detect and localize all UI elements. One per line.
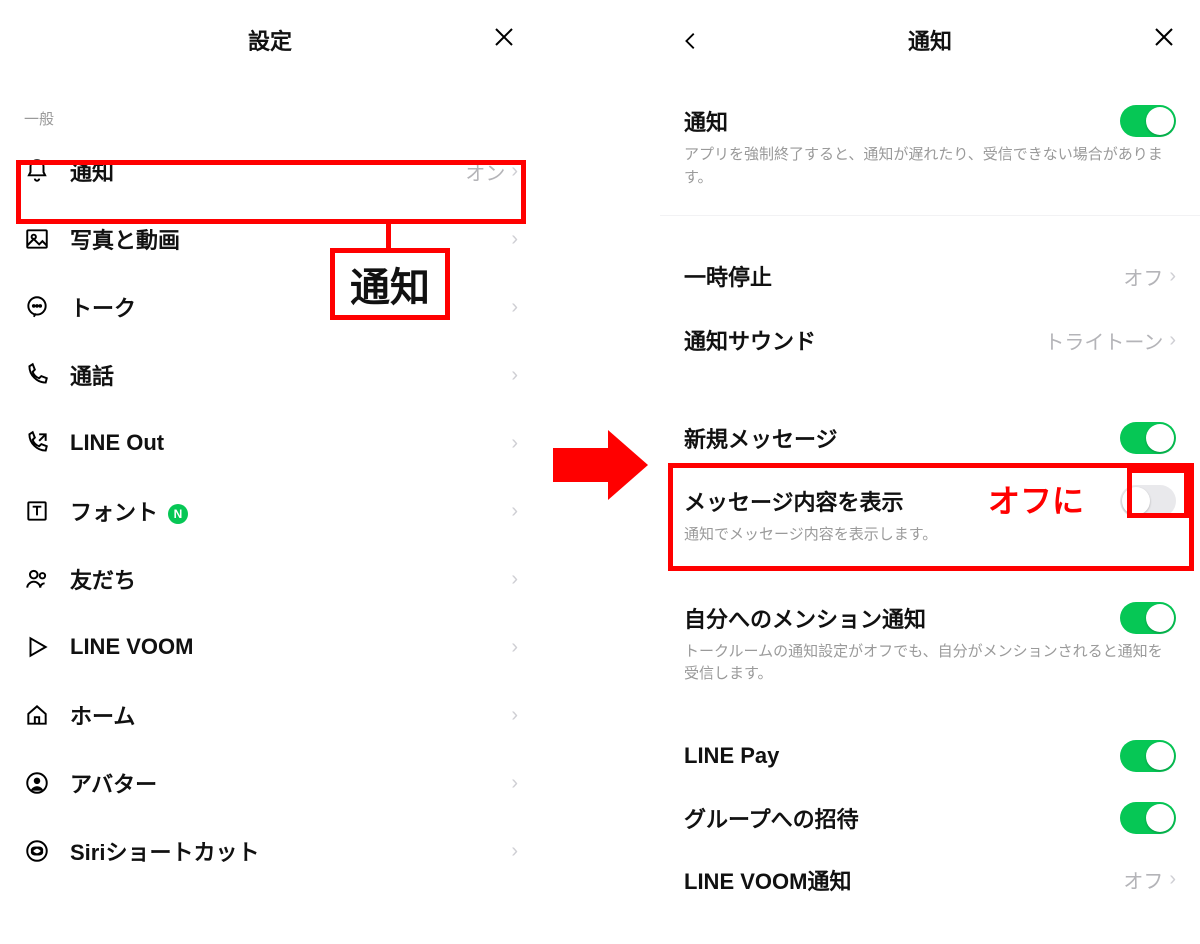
- phone-icon: [22, 360, 52, 390]
- home-icon: [22, 700, 52, 730]
- chevron-right-icon: ›: [511, 160, 518, 183]
- row-notifications-label: 通知: [70, 155, 465, 187]
- row-avatar[interactable]: アバター ›: [0, 749, 540, 817]
- chevron-right-icon: ›: [1169, 329, 1176, 352]
- close-icon[interactable]: [478, 19, 530, 61]
- annotation-off-note: オフに: [988, 476, 1084, 522]
- row-siri-label: Siriショートカット: [70, 835, 511, 867]
- row-siri[interactable]: Siriショートカット ›: [0, 817, 540, 885]
- mention-label: 自分へのメンション通知: [684, 602, 1120, 634]
- avatar-icon: [22, 768, 52, 798]
- photo-icon: [22, 224, 52, 254]
- settings-title: 設定: [248, 24, 292, 56]
- new-badge: N: [168, 504, 188, 524]
- row-pause[interactable]: 一時停止 オフ ›: [660, 244, 1200, 308]
- mention-toggle[interactable]: [1120, 602, 1176, 634]
- row-friends-label: 友だち: [70, 563, 511, 595]
- chevron-right-icon: ›: [511, 500, 518, 523]
- row-voom[interactable]: LINE VOOM ›: [0, 613, 540, 681]
- font-icon: [22, 496, 52, 526]
- chevron-right-icon: ›: [511, 432, 518, 455]
- row-lineout-label: LINE Out: [70, 430, 511, 456]
- row-lineout[interactable]: LINE Out ›: [0, 409, 540, 477]
- linepay-toggle[interactable]: [1120, 740, 1176, 772]
- row-voomnotify[interactable]: LINE VOOM通知 オフ ›: [660, 848, 1200, 910]
- annotation-arrow: [553, 430, 648, 500]
- bell-icon: [22, 156, 52, 186]
- row-sound[interactable]: 通知サウンド トライトーン ›: [660, 308, 1200, 372]
- linepay-label: LINE Pay: [684, 743, 1120, 769]
- showcontent-desc: 通知でメッセージ内容を表示します。: [660, 524, 1200, 565]
- chevron-right-icon: ›: [511, 704, 518, 727]
- notifications-title: 通知: [908, 24, 952, 56]
- friends-icon: [22, 564, 52, 594]
- row-notifications[interactable]: 通知 オン ›: [0, 137, 540, 205]
- voomnotify-value: オフ: [1123, 865, 1163, 894]
- row-talk[interactable]: トーク ›: [0, 273, 540, 341]
- row-call-label: 通話: [70, 359, 511, 391]
- row-linepay: LINE Pay: [660, 724, 1200, 786]
- section-general: 一般: [0, 68, 540, 137]
- play-icon: [22, 632, 52, 662]
- groupinvite-toggle[interactable]: [1120, 802, 1176, 834]
- chevron-right-icon: ›: [511, 772, 518, 795]
- row-home-label: ホーム: [70, 699, 511, 731]
- notifications-toggle-label: 通知: [684, 105, 1120, 137]
- notifications-toggle[interactable]: [1120, 105, 1176, 137]
- row-call[interactable]: 通話 ›: [0, 341, 540, 409]
- chevron-right-icon: ›: [511, 364, 518, 387]
- chevron-right-icon: ›: [511, 296, 518, 319]
- row-notifications-toggle: 通知: [660, 88, 1200, 144]
- close-icon[interactable]: [1138, 19, 1190, 61]
- groupinvite-label: グループへの招待: [684, 802, 1120, 834]
- settings-screen: 設定 一般 通知 オン › 写真と動画 ›: [0, 0, 540, 944]
- row-showcontent: メッセージ内容を表示: [660, 468, 1200, 524]
- back-icon[interactable]: [666, 15, 716, 65]
- sound-value: トライトーン: [1044, 326, 1163, 355]
- row-groupinvite: グループへの招待: [660, 786, 1200, 848]
- row-home[interactable]: ホーム ›: [0, 681, 540, 749]
- notifications-desc: アプリを強制終了すると、通知が遅れたり、受信できない場合があります。: [660, 144, 1200, 207]
- row-font[interactable]: フォントN ›: [0, 477, 540, 545]
- row-friends[interactable]: 友だち ›: [0, 545, 540, 613]
- chat-icon: [22, 292, 52, 322]
- chevron-right-icon: ›: [511, 228, 518, 251]
- notifications-header: 通知: [660, 12, 1200, 68]
- chevron-right-icon: ›: [1169, 868, 1176, 891]
- pause-value: オフ: [1123, 262, 1163, 291]
- row-mention: 自分へのメンション通知: [660, 585, 1200, 641]
- row-newmsg: 新規メッセージ: [660, 406, 1200, 468]
- row-photos-video[interactable]: 写真と動画 ›: [0, 205, 540, 273]
- chevron-right-icon: ›: [511, 636, 518, 659]
- mention-desc: トークルームの通知設定がオフでも、自分がメンションされると通知を受信します。: [660, 641, 1200, 704]
- notifications-screen: 通知 通知 アプリを強制終了すると、通知が遅れたり、受信できない場合があります。…: [660, 0, 1200, 944]
- row-notifications-value: オン: [465, 157, 505, 186]
- settings-header: 設定: [0, 12, 540, 68]
- row-avatar-label: アバター: [70, 767, 511, 799]
- chevron-right-icon: ›: [511, 840, 518, 863]
- row-font-label: フォントN: [70, 495, 511, 527]
- sound-label: 通知サウンド: [684, 324, 1044, 356]
- chevron-right-icon: ›: [1169, 265, 1176, 288]
- voomnotify-label: LINE VOOM通知: [684, 864, 1123, 896]
- newmsg-label: 新規メッセージ: [684, 422, 1120, 454]
- pause-label: 一時停止: [684, 260, 1123, 292]
- annotation-callout: 通知: [330, 248, 450, 320]
- phone-out-icon: [22, 428, 52, 458]
- siri-icon: [22, 836, 52, 866]
- showcontent-toggle[interactable]: [1120, 485, 1176, 517]
- row-voom-label: LINE VOOM: [70, 634, 511, 660]
- newmsg-toggle[interactable]: [1120, 422, 1176, 454]
- chevron-right-icon: ›: [511, 568, 518, 591]
